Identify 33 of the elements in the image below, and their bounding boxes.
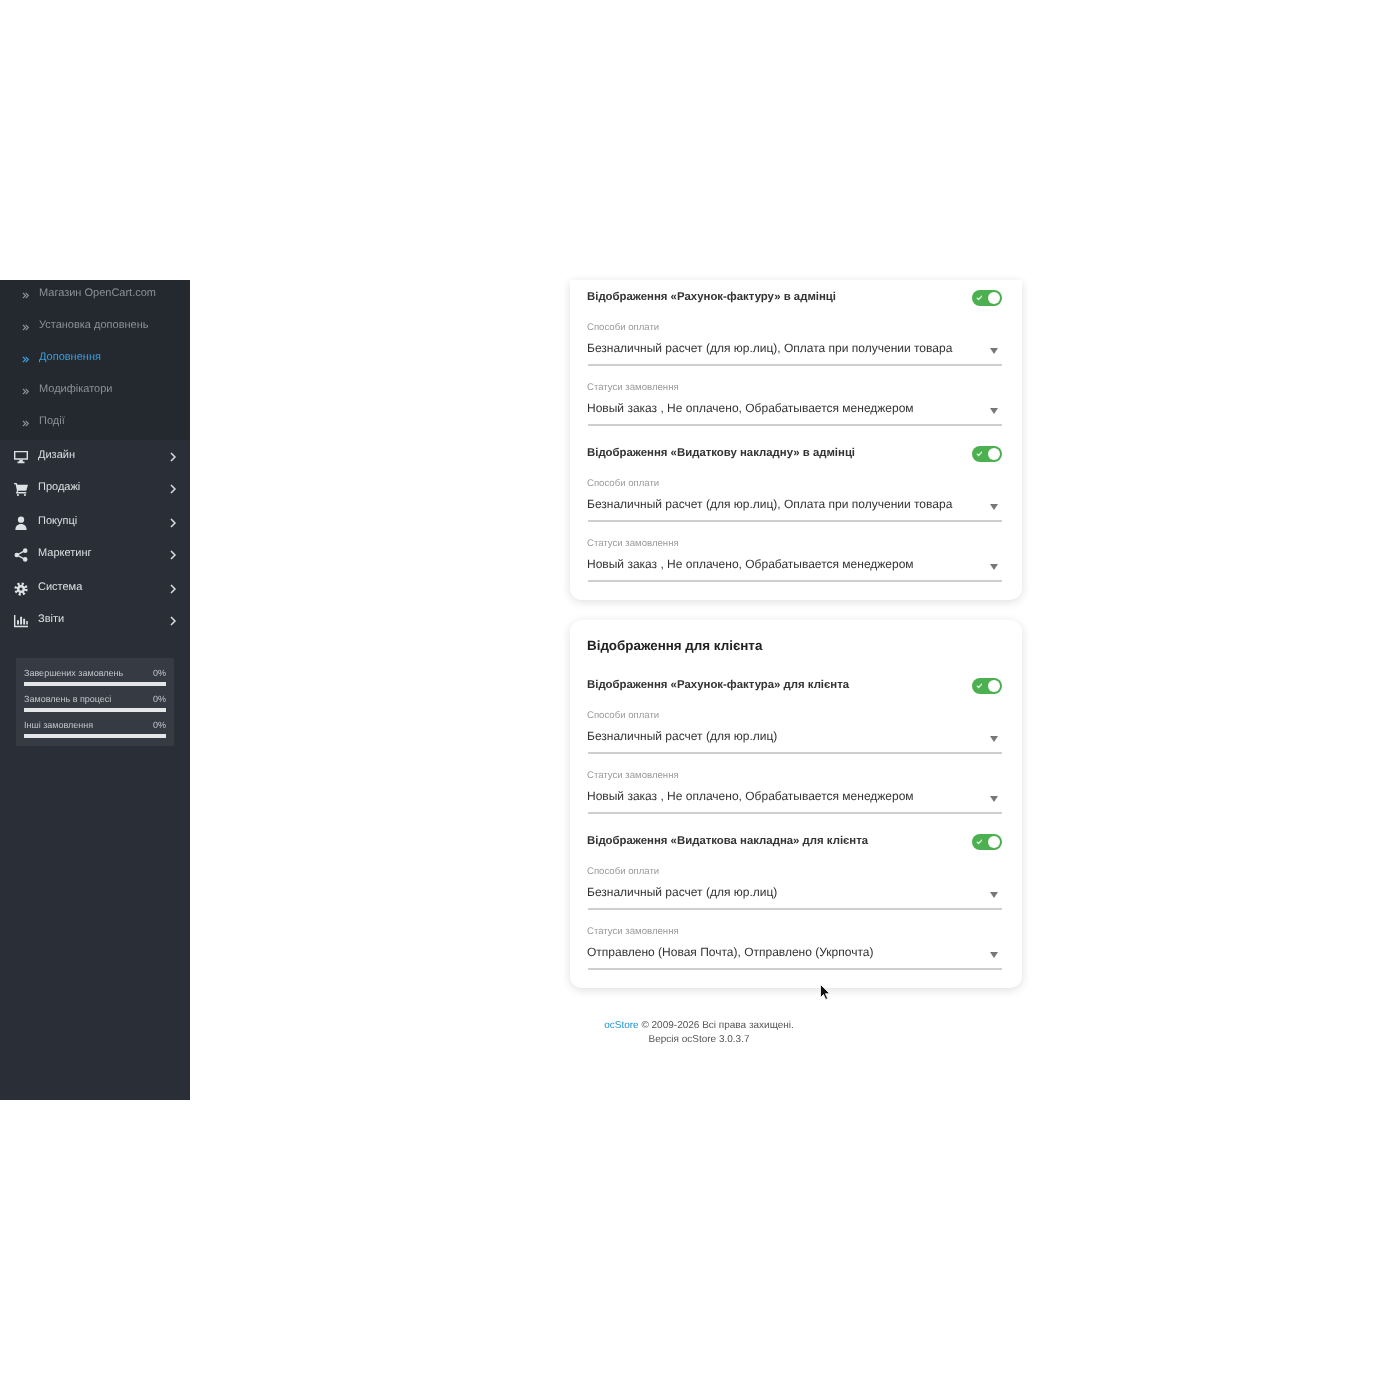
caret-icon	[989, 892, 997, 898]
double-chevron-icon	[22, 388, 29, 396]
double-chevron-icon	[22, 324, 29, 332]
share-icon	[14, 548, 28, 563]
chevron-right-icon	[170, 517, 176, 528]
caret-icon	[989, 408, 997, 414]
toggle-switch[interactable]	[971, 678, 1001, 694]
chevron-right-icon	[170, 583, 176, 594]
caret-icon	[989, 952, 997, 958]
toggle-switch[interactable]	[971, 446, 1001, 462]
double-chevron-icon	[22, 292, 29, 300]
double-chevron-icon	[22, 356, 29, 364]
cart-icon	[14, 482, 28, 497]
bar-chart-icon	[14, 614, 28, 629]
monitor-icon	[14, 449, 28, 464]
caret-icon	[989, 504, 997, 510]
caret-icon	[989, 736, 997, 742]
check-icon	[975, 450, 982, 458]
check-icon	[975, 682, 982, 690]
check-icon	[975, 838, 982, 846]
chevron-right-icon	[170, 451, 176, 462]
chevron-right-icon	[170, 550, 176, 561]
caret-icon	[989, 796, 997, 802]
caret-icon	[989, 348, 997, 354]
check-icon	[975, 294, 982, 302]
toggle-switch[interactable]	[971, 290, 1001, 306]
double-chevron-icon	[22, 420, 29, 428]
caret-icon	[989, 564, 997, 570]
user-icon	[14, 515, 28, 530]
gear-icon	[14, 581, 28, 596]
chevron-right-icon	[170, 616, 176, 627]
toggle-switch[interactable]	[971, 834, 1001, 850]
chevron-right-icon	[170, 484, 176, 495]
